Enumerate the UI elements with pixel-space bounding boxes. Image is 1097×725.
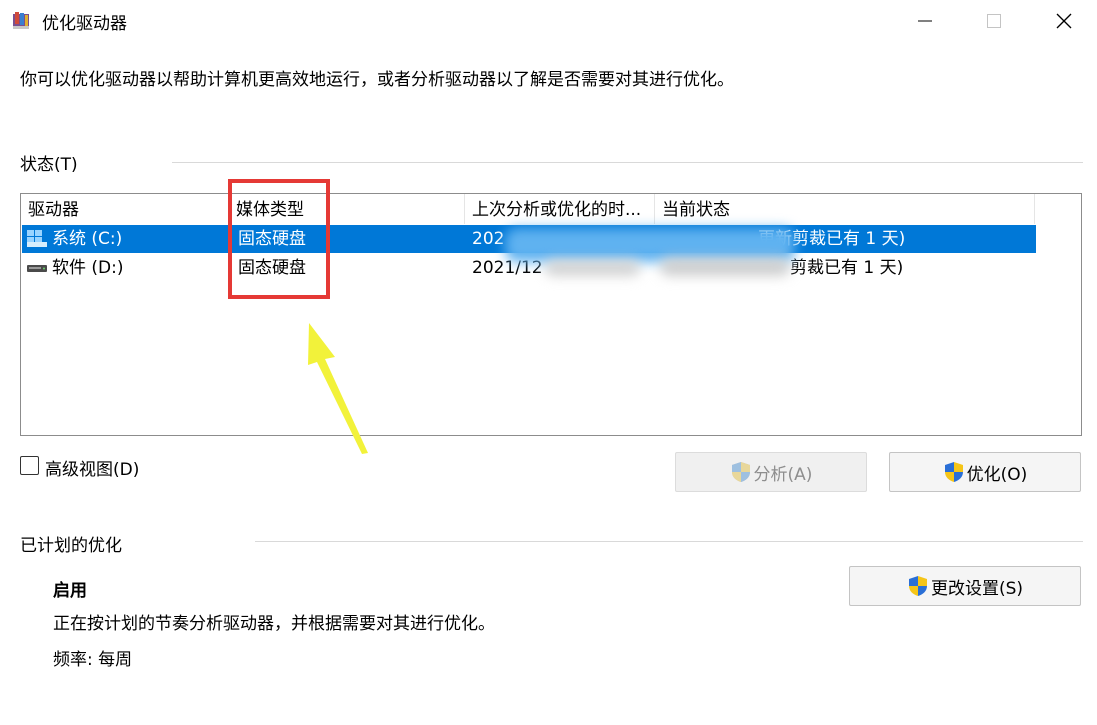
scheduled-state: 启用 [53,581,87,601]
drive-name: 系统 (C:) [52,229,123,249]
scheduled-group-divider [255,541,1083,542]
minimize-icon [918,20,932,22]
annotation-arrow-icon [308,323,368,454]
change-settings-button[interactable]: 更改设置(S) [849,566,1081,606]
window-description: 你可以优化驱动器以帮助计算机更高效地运行，或者分析驱动器以了解是否需要对其进行优… [20,70,734,90]
hard-drive-icon [27,265,47,272]
close-icon [1056,13,1072,29]
change-settings-button-label: 更改设置(S) [930,578,1024,599]
optimize-button[interactable]: 优化(O) [889,452,1081,492]
annotation-highlight-box [228,179,330,299]
scheduled-group-label: 已计划的优化 [20,536,122,556]
current-status: 更新剪裁已有 1 天) [758,229,906,249]
analyze-button-label: 分析(A) [753,464,813,485]
defrag-app-icon [13,12,29,29]
status-group-label: 状态(T) [20,155,78,175]
column-header-current-status[interactable]: 当前状态 [655,194,1035,224]
windows-drive-icon [27,230,47,247]
advanced-view-label[interactable]: 高级视图(D) [45,455,139,480]
window-title: 优化驱动器 [42,14,127,34]
minimize-button[interactable] [895,0,955,42]
maximize-button[interactable] [964,0,1024,42]
column-header-drive[interactable]: 驱动器 [21,194,229,224]
scheduled-frequency: 频率: 每周 [53,650,133,670]
privacy-blur [660,258,790,276]
uac-shield-icon [908,576,927,596]
privacy-blur [505,228,795,262]
uac-shield-icon [944,462,963,482]
privacy-blur [545,260,640,276]
maximize-icon [987,14,1001,28]
uac-shield-icon [731,462,750,482]
status-group-divider [172,162,1083,163]
optimize-button-label: 优化(O) [966,464,1028,485]
analyze-button[interactable]: 分析(A) [675,452,867,492]
column-header-last-run[interactable]: 上次分析或优化的时... [465,194,655,224]
drive-name: 软件 (D:) [52,258,124,278]
close-button[interactable] [1034,0,1094,42]
current-status: 剪裁已有 1 天) [790,258,904,278]
advanced-view-checkbox[interactable] [20,456,39,475]
title-bar: 优化驱动器 [0,0,1097,42]
scheduled-description: 正在按计划的节奏分析驱动器，并根据需要对其进行优化。 [53,614,495,634]
